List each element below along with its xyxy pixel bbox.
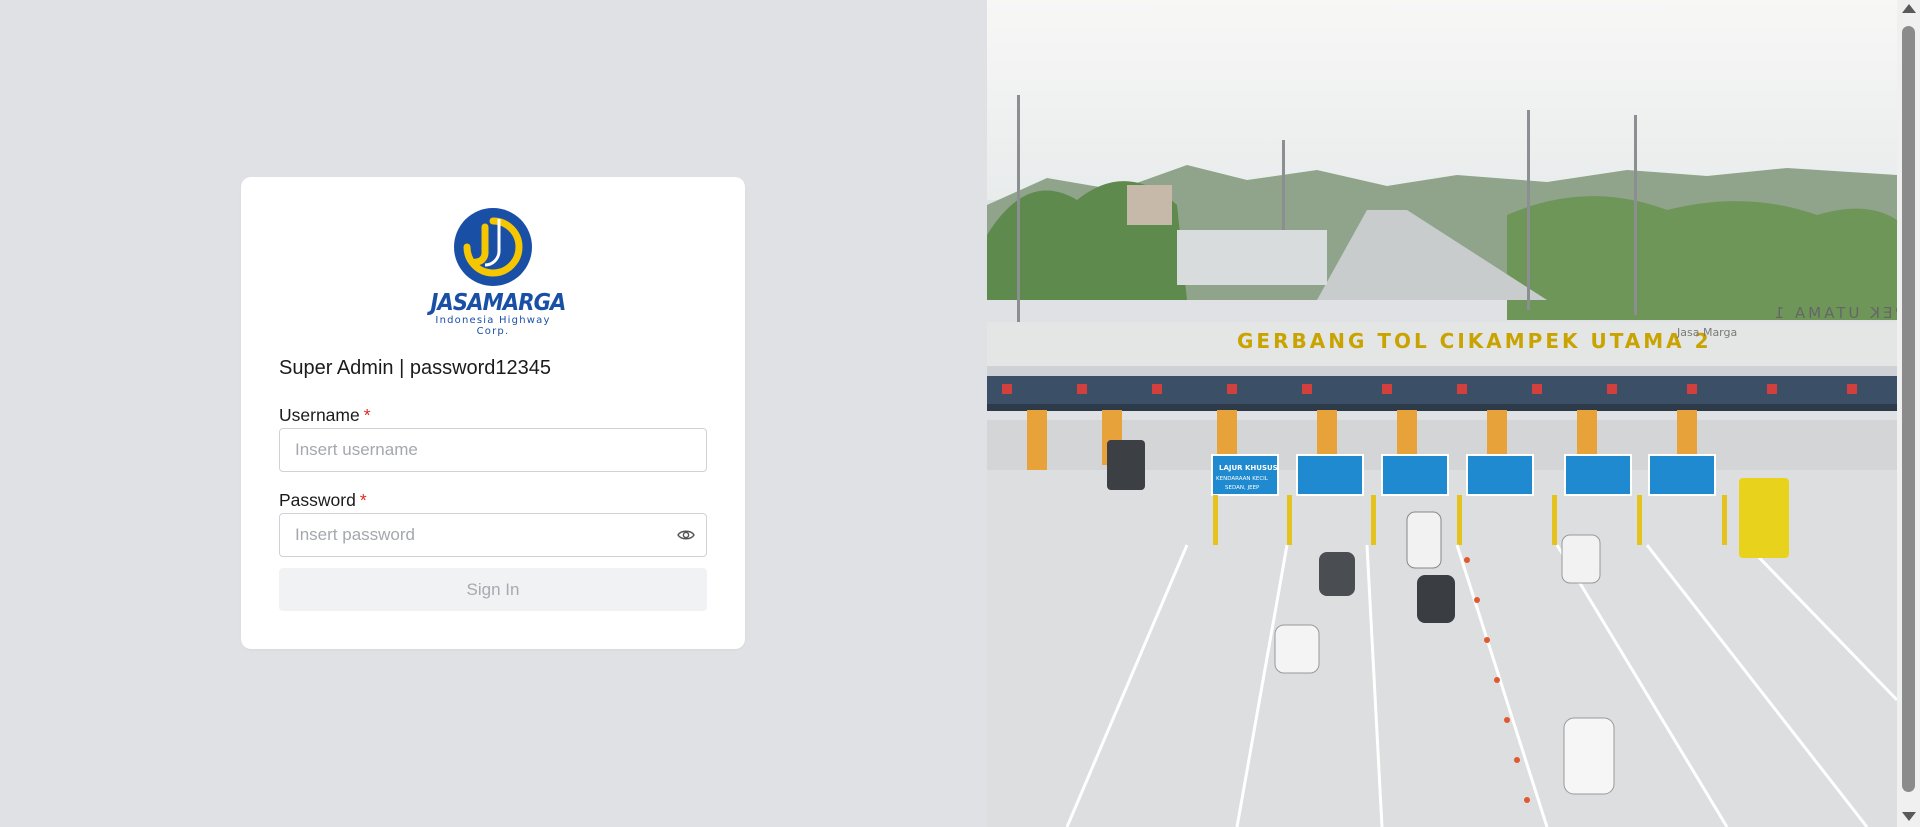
light-pole	[1017, 95, 1020, 325]
jasamarga-logo: JASAMARGA Indonesia Highway Corp.	[425, 207, 566, 337]
scroll-down-arrow-icon[interactable]	[1902, 812, 1916, 821]
username-field[interactable]	[279, 428, 707, 472]
car	[1319, 552, 1355, 596]
username-input[interactable]	[295, 429, 675, 471]
gate-sign-mirrored: GERBANG TOL CIKAMPEK UTAMA 1	[1772, 304, 1897, 322]
required-mark: *	[363, 405, 371, 425]
lane-sign-line2: KENDARAAN KECIL	[1216, 476, 1269, 482]
password-label-text: Password	[279, 490, 356, 510]
toll-gate-hero-image: GERBANG TOL CIKAMPEK UTAMA 2 GERBANG TOL…	[987, 0, 1897, 827]
car	[1406, 511, 1442, 569]
car	[1274, 624, 1320, 674]
credentials-hint: Super Admin | password12345	[279, 357, 552, 379]
password-label: Password *	[279, 490, 367, 511]
gate-brand-text: Jasa Marga	[1676, 326, 1737, 339]
gate-sign-text: GERBANG TOL CIKAMPEK UTAMA 2	[1237, 329, 1712, 353]
light-pole	[1527, 110, 1530, 310]
username-label-text: Username	[279, 405, 360, 425]
scrollbar-thumb[interactable]	[1902, 26, 1915, 792]
vertical-scrollbar[interactable]	[1897, 0, 1920, 827]
truck	[1739, 478, 1789, 558]
car	[1563, 717, 1615, 795]
car	[1561, 534, 1601, 584]
car	[1417, 575, 1455, 623]
light-pole	[1634, 115, 1637, 315]
logo-wordmark: JASAMARGA	[430, 290, 566, 316]
scroll-up-arrow-icon[interactable]	[1902, 4, 1916, 13]
required-mark: *	[359, 490, 367, 510]
sign-in-button[interactable]: Sign In	[279, 568, 707, 611]
logo-tagline: Indonesia Highway Corp.	[435, 315, 551, 337]
password-input[interactable]	[295, 514, 675, 556]
toll-gate-photo: GERBANG TOL CIKAMPEK UTAMA 2 GERBANG TOL…	[987, 0, 1897, 827]
username-label: Username *	[279, 405, 371, 426]
login-pane: JASAMARGA Indonesia Highway Corp. Super …	[0, 0, 987, 827]
jasamarga-emblem-icon	[454, 208, 532, 286]
truck	[1107, 440, 1145, 490]
password-field[interactable]	[279, 513, 707, 557]
login-card: JASAMARGA Indonesia Highway Corp. Super …	[241, 177, 745, 649]
lane-sign-line1: LAJUR KHUSUS	[1219, 464, 1278, 472]
lane-sign-line3: SEDAN, JEEP	[1225, 485, 1260, 491]
eye-icon[interactable]	[677, 527, 695, 543]
